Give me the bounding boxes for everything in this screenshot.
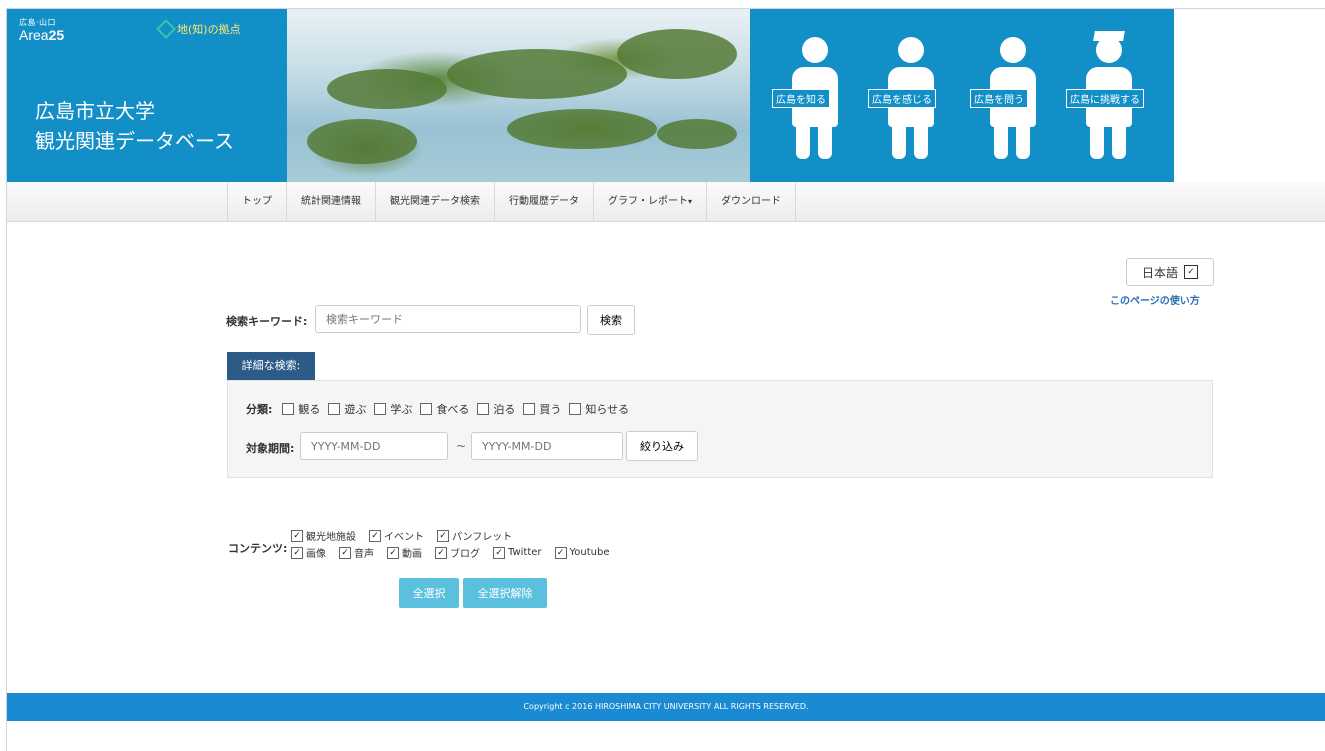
keyword-input[interactable] [315,305,581,333]
hiroshima-map-image [287,9,750,182]
figure-ask[interactable]: 広島を問う [970,33,1048,173]
site-title-line1: 広島市立大学 [35,99,155,123]
checkbox-category-learn[interactable] [374,403,387,415]
checkbox-category-buy[interactable] [523,403,536,415]
area25-logo: Area25 [19,27,64,43]
figure-label-feel[interactable]: 広島を感じる [868,89,936,108]
youtube-label: Youtube [569,547,610,558]
advanced-search-panel: 分類: 観る 遊ぶ 学ぶ 食べる 泊る 買う 知らせる 対象期間: ~ 絞り込み [227,380,1213,478]
category-label: 分類: [246,403,273,416]
nav-statistics[interactable]: 統計関連情報 [287,182,376,221]
figure-label-challenge[interactable]: 広島に挑戦する [1066,89,1144,108]
checkbox-category-notify[interactable] [569,403,582,415]
diamond-logo-icon [156,19,176,39]
checkbox-pamphlet[interactable]: ✓ [437,529,449,542]
event-label: イベント [384,532,424,543]
search-button[interactable]: 検索 [587,305,635,335]
area-prefix: Area [19,27,49,43]
category-buy-label: 買う [539,403,562,416]
contents-label: コンテンツ: [228,542,288,555]
chino-text: 地(知)の拠点 [177,23,241,36]
checkbox-blog[interactable]: ✓ [435,546,447,559]
figure-label-know[interactable]: 広島を知る [772,89,830,108]
blog-label: ブログ [450,549,480,560]
site-title-line2: 観光関連データベース [35,129,234,153]
category-stay-label: 泊る [493,403,516,416]
checkbox-category-stay[interactable] [477,403,490,415]
period-label: 対象期間: [246,442,295,455]
start-date-input[interactable] [300,432,448,460]
video-label: 動画 [402,549,422,560]
caret-down-icon: ▾ [688,197,693,206]
end-date-input[interactable] [471,432,623,460]
chevron-down-icon: ✓ [1184,265,1198,279]
category-see-label: 観る [298,403,321,416]
checkbox-youtube[interactable]: ✓ [554,546,567,559]
date-range-separator: ~ [456,439,467,453]
checkbox-category-play[interactable] [328,403,341,415]
twitter-label: Twitter [508,547,542,558]
checkbox-video[interactable]: ✓ [387,546,399,559]
checkbox-category-eat[interactable] [420,403,433,415]
main-nav: トップ 統計関連情報 観光関連データ検索 行動履歴データ グラフ・レポート▾ ダ… [7,182,1325,222]
image-label: 画像 [306,549,326,560]
footer: Copyright c 2016 HIROSHIMA CITY UNIVERSI… [7,693,1325,721]
pamphlet-label: パンフレット [452,532,513,543]
nav-graph-report-label: グラフ・レポート [608,196,688,207]
category-learn-label: 学ぶ [390,403,413,416]
deselect-all-button[interactable]: 全選択解除 [463,578,547,608]
category-notify-label: 知らせる [585,403,630,416]
nav-tourism-search[interactable]: 観光関連データ検索 [376,182,495,221]
contents-row-1: ✓ 観光地施設 ✓ イベント ✓ パンフレット [287,528,518,543]
tourist-facility-label: 観光地施設 [306,532,356,543]
language-value: 日本語 [1141,265,1178,280]
category-play-label: 遊ぶ [344,403,367,416]
contents-row-2: ✓ 画像 ✓ 音声 ✓ 動画 ✓ ブログ ✓ Twitter ✓ Youtube [287,545,616,560]
advanced-search-tab[interactable]: 詳細な検索: [227,352,315,380]
checkbox-image[interactable]: ✓ [291,546,303,559]
checkbox-event[interactable]: ✓ [369,529,381,542]
figure-links: 広島を知る 広島を感じる 広島を問う 広島に挑戦する [750,9,1174,182]
category-filter: 分類: 観る 遊ぶ 学ぶ 食べる 泊る 買う 知らせる [246,401,629,417]
audio-label: 音声 [354,549,374,560]
figure-feel[interactable]: 広島を感じる [868,33,946,173]
checkbox-tourist-facility[interactable]: ✓ [291,529,303,542]
select-all-button[interactable]: 全選択 [399,578,459,608]
checkbox-audio[interactable]: ✓ [339,546,351,559]
category-eat-label: 食べる [436,403,470,416]
checkbox-twitter[interactable]: ✓ [493,546,505,559]
area-number: 25 [48,27,65,43]
nav-graph-report[interactable]: グラフ・レポート▾ [594,182,708,221]
howto-link[interactable]: このページの使い方 [1110,292,1200,307]
checkbox-category-see[interactable] [282,403,295,415]
site-header: 広島·山口 Area25 地(知)の拠点 広島市立大学 観光関連データベース 広… [7,9,1325,182]
keyword-label: 検索キーワード: [226,315,308,328]
brand-panel[interactable]: 広島·山口 Area25 地(知)の拠点 広島市立大学 観光関連データベース [7,9,287,182]
chino-logo: 地(知)の拠点 [156,19,241,39]
figure-know[interactable]: 広島を知る [772,33,850,173]
figure-challenge[interactable]: 広島に挑戦する [1066,31,1144,173]
nav-download[interactable]: ダウンロード [707,182,797,221]
figure-label-ask[interactable]: 広島を問う [970,89,1028,108]
filter-button[interactable]: 絞り込み [626,431,698,461]
nav-behavior-data[interactable]: 行動履歴データ [495,182,594,221]
nav-top[interactable]: トップ [228,182,287,221]
language-select[interactable]: 日本語 ✓ [1126,258,1214,286]
